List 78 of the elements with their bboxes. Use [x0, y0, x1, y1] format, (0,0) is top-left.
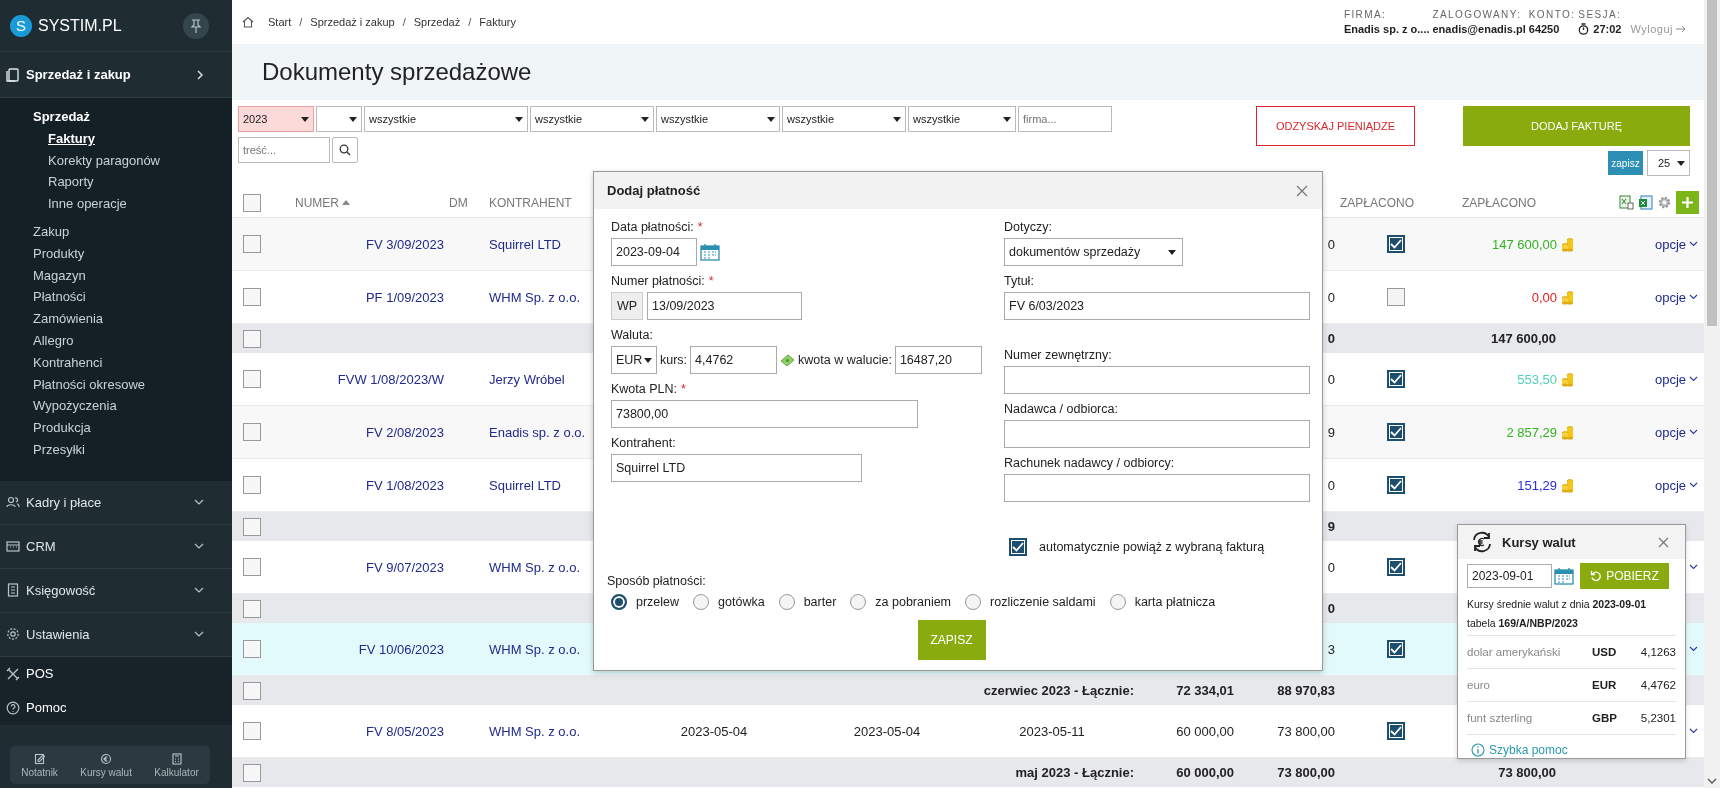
required-mark: *: [697, 220, 703, 234]
radio-label: karta płatnicza: [1134, 595, 1216, 609]
table-cell: 60 000,00: [1176, 723, 1234, 739]
field-label: Data płatności: *: [611, 219, 704, 236]
paid-amount: 553,50: [1517, 371, 1557, 387]
exchange-rate: 4,4762: [1639, 679, 1676, 691]
exchange-rate: 5,2301: [1639, 712, 1676, 724]
checkbox-label: automatycznie powiąż z wybraną fakturą: [1039, 540, 1265, 554]
breadcrumb-separator: /: [402, 16, 406, 28]
field-label: Numer zewnętrzny:: [1004, 347, 1113, 364]
field-label: Tytuł:: [1004, 273, 1035, 290]
field-label: Sposób płatności:: [607, 574, 706, 588]
page-title: Dokumenty sprzedażowe: [262, 58, 532, 86]
field-label: kurs:: [660, 353, 688, 367]
field-label: Numer płatności: *: [611, 273, 715, 290]
summary-total: 0: [1327, 601, 1335, 616]
currency-name: funt szterling: [1467, 712, 1534, 724]
session-label: ZALOGOWANY:: [1432, 9, 1523, 20]
summary-total: 73 800,00: [1498, 765, 1556, 780]
radio-label: przelew: [636, 595, 680, 609]
table-cell: 0: [1327, 289, 1335, 305]
panel-title: Kursy walut: [1502, 534, 1577, 550]
summary-total: 60 000,00: [1176, 765, 1234, 780]
table-cell: 2023-05-11: [1019, 723, 1085, 739]
table-cell: 2023-05-04: [853, 723, 921, 739]
summary-total: 9: [1327, 519, 1335, 534]
radio-label: gotówka: [718, 595, 765, 609]
session-value: 64250: [1528, 23, 1560, 35]
table-cell: 2023-05-04: [680, 723, 748, 739]
session-value: enadis@enadis.pl: [1432, 23, 1526, 35]
table-cell: 0: [1327, 371, 1335, 387]
table-cell: 0: [1327, 477, 1335, 493]
brand-name: SYSTIM.PL: [38, 16, 122, 35]
session-label: SESJA:: [1578, 9, 1622, 20]
summary-label: maj 2023 - Łącznie:: [1015, 765, 1134, 780]
paid-amount: 2 857,29: [1506, 424, 1557, 440]
rates-info-text: Kursy średnie walut z dnia 2023-09-01 tabela 169/A/NBP/2023: [1467, 597, 1648, 631]
summary-label: czerwiec 2023 - Łącznie:: [983, 683, 1134, 698]
exchange-rate: 4,1263: [1639, 646, 1676, 658]
currency-code: USD: [1592, 646, 1618, 658]
prefix-addon: WP: [611, 292, 643, 320]
table-cell: 3: [1327, 641, 1335, 657]
field-label: Kontrahent:: [611, 435, 677, 452]
radio-label: barter: [803, 595, 837, 609]
breadcrumb-separator: /: [299, 16, 303, 28]
required-mark: *: [708, 274, 714, 288]
radio-label: za pobraniem: [875, 595, 952, 609]
field-label: Waluta:: [611, 327, 654, 344]
currency-code: EUR: [1592, 679, 1618, 691]
required-mark: *: [681, 382, 686, 396]
table-cell: 9: [1327, 424, 1335, 440]
currency-name: dolar amerykański: [1467, 646, 1562, 658]
paid-amount: 0,00: [1531, 289, 1557, 305]
logo-icon: S: [10, 14, 32, 37]
summary-total: 88 970,83: [1277, 683, 1335, 698]
field-label: Nadawca / odbiorca:: [1004, 401, 1119, 418]
table-cell: 0: [1327, 559, 1335, 575]
session-label: FIRMA:: [1343, 9, 1388, 20]
dialog-title: Dodaj płatność: [607, 183, 701, 198]
field-label: Rachunek nadawcy / odbiorcy:: [1004, 455, 1176, 472]
summary-total: 72 334,01: [1176, 683, 1234, 698]
summary-total: 0: [1327, 331, 1335, 346]
paid-amount: 147 600,00: [1491, 236, 1557, 252]
summary-total: 73 800,00: [1277, 765, 1335, 780]
currency-name: euro: [1467, 679, 1492, 691]
radio-label: rozliczenie saldami: [990, 595, 1096, 609]
field-label: Kwota PLN: *: [611, 381, 687, 398]
table-cell: 73 800,00: [1277, 723, 1335, 739]
summary-total: 147 600,00: [1490, 331, 1556, 346]
breadcrumb-separator: /: [468, 16, 472, 28]
field-label: Dotyczy:: [1004, 219, 1053, 236]
session-value: Enadis sp. z o....: [1343, 23, 1430, 35]
currency-code: GBP: [1592, 712, 1618, 724]
field-label: kwota w walucie:: [798, 353, 892, 367]
table-cell: 0: [1327, 236, 1335, 252]
paid-amount: 151,29: [1517, 477, 1557, 493]
session-value: 27:02: [1593, 23, 1622, 35]
session-label: KONTO:: [1528, 9, 1576, 20]
